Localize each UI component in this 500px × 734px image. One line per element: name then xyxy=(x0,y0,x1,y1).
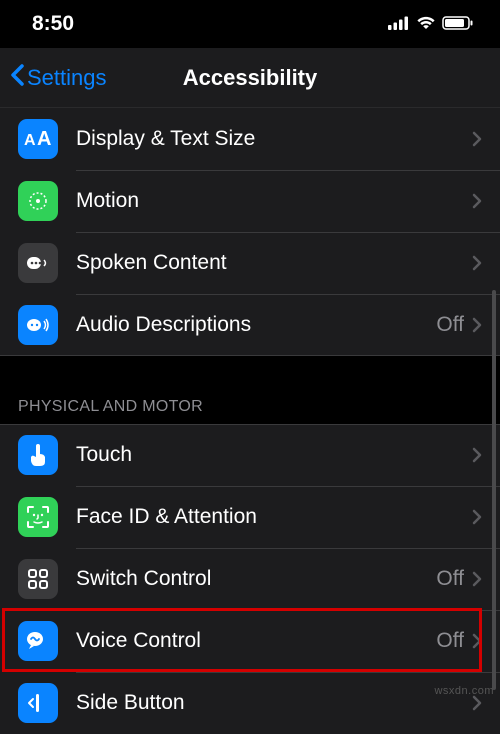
motion-icon xyxy=(18,181,58,221)
section-gap xyxy=(0,356,500,398)
row-switch-control[interactable]: Switch Control Off xyxy=(0,548,500,610)
chevron-left-icon xyxy=(10,64,25,92)
svg-text:A: A xyxy=(24,132,36,149)
status-right xyxy=(388,12,474,36)
row-label: Face ID & Attention xyxy=(76,505,472,529)
row-value: Off xyxy=(436,313,464,337)
watermark: wsxdn.com xyxy=(434,685,494,697)
chevron-right-icon xyxy=(472,131,482,147)
chevron-right-icon xyxy=(472,633,482,649)
settings-list: AA Display & Text Size Motion Spoken Con… xyxy=(0,108,500,734)
nav-bar: Settings Accessibility xyxy=(0,48,500,108)
row-label: Touch xyxy=(76,443,472,467)
row-label: Voice Control xyxy=(76,629,436,653)
wifi-icon xyxy=(416,12,436,36)
row-audio-descriptions[interactable]: Audio Descriptions Off xyxy=(0,294,500,356)
back-button[interactable]: Settings xyxy=(10,64,107,92)
chevron-right-icon xyxy=(472,571,482,587)
row-value: Off xyxy=(436,629,464,653)
chevron-right-icon xyxy=(472,193,482,209)
battery-icon xyxy=(442,12,474,36)
touch-icon xyxy=(18,435,58,475)
row-label: Side Button xyxy=(76,691,472,715)
row-display-text-size[interactable]: AA Display & Text Size xyxy=(0,108,500,170)
svg-text:A: A xyxy=(37,129,51,149)
row-label: Spoken Content xyxy=(76,251,472,275)
voice-control-icon xyxy=(18,621,58,661)
row-spoken-content[interactable]: Spoken Content xyxy=(0,232,500,294)
scroll-indicator[interactable] xyxy=(492,290,496,690)
cellular-icon xyxy=(388,12,410,36)
chevron-right-icon xyxy=(472,255,482,271)
text-size-icon: AA xyxy=(18,119,58,159)
row-label: Switch Control xyxy=(76,567,436,591)
section-header-physical-motor: PHYSICAL AND MOTOR xyxy=(0,398,500,424)
row-motion[interactable]: Motion xyxy=(0,170,500,232)
chevron-right-icon xyxy=(472,695,482,711)
status-bar: 8:50 xyxy=(0,0,500,48)
audio-descriptions-icon xyxy=(18,305,58,345)
row-value: Off xyxy=(436,567,464,591)
row-face-id[interactable]: Face ID & Attention xyxy=(0,486,500,548)
row-label: Audio Descriptions xyxy=(76,313,436,337)
chevron-right-icon xyxy=(472,509,482,525)
row-touch[interactable]: Touch xyxy=(0,424,500,486)
switch-control-icon xyxy=(18,559,58,599)
row-voice-control[interactable]: Voice Control Off xyxy=(0,610,500,672)
side-button-icon xyxy=(18,683,58,723)
row-side-button[interactable]: Side Button xyxy=(0,672,500,734)
back-label: Settings xyxy=(27,65,107,91)
row-label: Motion xyxy=(76,189,472,213)
chevron-right-icon xyxy=(472,447,482,463)
status-time: 8:50 xyxy=(32,12,74,36)
face-id-icon xyxy=(18,497,58,537)
chevron-right-icon xyxy=(472,317,482,333)
spoken-content-icon xyxy=(18,243,58,283)
row-label: Display & Text Size xyxy=(76,127,472,151)
